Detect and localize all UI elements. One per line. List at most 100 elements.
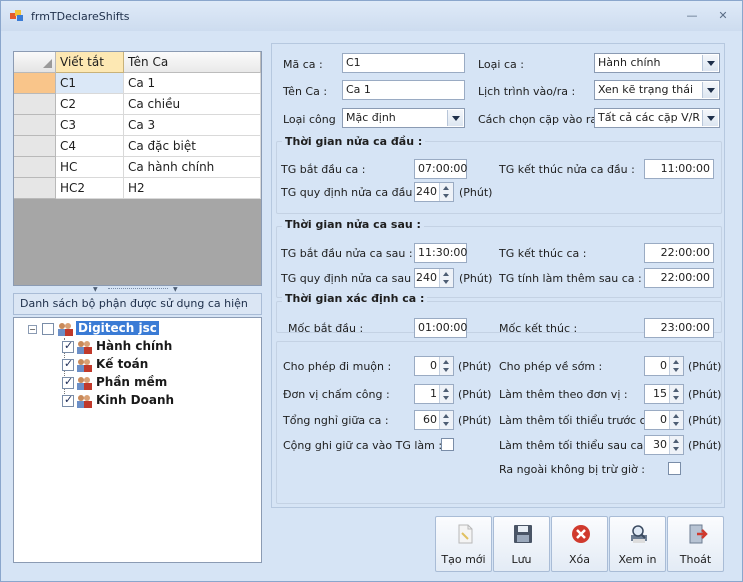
row-header[interactable]: [14, 136, 56, 157]
add-break-label: Cộng ghi giữ ca vào TG làm :: [283, 439, 443, 452]
work-type-select[interactable]: Mặc định: [342, 108, 465, 128]
cell-name[interactable]: Ca chiều: [124, 94, 261, 115]
tree-checkbox[interactable]: [62, 339, 74, 353]
shift-end-input[interactable]: 22:00:00: [644, 243, 714, 263]
schedule-label: Lịch trình vào/ra :: [478, 85, 576, 98]
exit-button[interactable]: Thoát: [667, 516, 724, 572]
break-total-stepper[interactable]: 60: [414, 410, 454, 430]
first-half-end-label: TG kết thúc nửa ca đầu :: [499, 163, 635, 176]
early-allow-stepper[interactable]: 0: [644, 356, 684, 376]
close-icon[interactable]: ✕: [716, 10, 730, 22]
department-list-header: Danh sách bộ phận được sử dụng ca hiện t…: [13, 293, 262, 330]
second-half-duration-stepper[interactable]: 240: [414, 268, 454, 288]
row-header[interactable]: [14, 94, 56, 115]
row-header[interactable]: [14, 73, 56, 94]
table-row[interactable]: C2 Ca chiều: [14, 94, 261, 115]
overtime-unit-stepper[interactable]: 15: [644, 384, 684, 404]
tree-checkbox[interactable]: [62, 375, 74, 389]
tree-checkbox[interactable]: [62, 357, 74, 371]
new-document-icon: [458, 524, 473, 544]
out-no-deduct-label: Ra ngoài không bị trừ giờ :: [499, 463, 645, 476]
overtime-after-input[interactable]: 22:00:00: [644, 268, 714, 288]
shift-start-input[interactable]: 07:00:00: [414, 159, 467, 179]
chevron-down-icon[interactable]: [702, 82, 718, 98]
tree-node-department[interactable]: Phần mềm: [14, 374, 254, 392]
tree-node-department[interactable]: Kinh Doanh: [14, 392, 254, 410]
pair-method-select[interactable]: Tất cả các cặp V/R: [594, 108, 720, 128]
table-row[interactable]: C3 Ca 3: [14, 115, 261, 136]
cell-name[interactable]: Ca 3: [124, 115, 261, 136]
first-half-end-input[interactable]: 11:00:00: [644, 159, 714, 179]
identify-end-input[interactable]: 23:00:00: [644, 318, 714, 338]
table-row[interactable]: C1 Ca 1: [14, 73, 261, 94]
department-tree[interactable]: − Digitech jsc Hành chính: [13, 317, 262, 563]
second-half-start-label: TG bắt đầu nửa ca sau :: [281, 247, 413, 260]
new-button[interactable]: Tạo mới: [435, 516, 492, 572]
break-total-label: Tổng nghỉ giữa ca :: [283, 414, 389, 427]
first-half-duration-stepper[interactable]: 240: [414, 182, 454, 202]
table-row[interactable]: HC2 H2: [14, 178, 261, 199]
cell-code[interactable]: HC2: [56, 178, 124, 199]
row-header[interactable]: [14, 157, 56, 178]
window-title: frmTDeclareShifts: [31, 10, 130, 23]
cell-name[interactable]: Ca đặc biệt: [124, 136, 261, 157]
column-header-code[interactable]: Viết tắt: [56, 52, 124, 73]
chevron-down-icon[interactable]: [702, 55, 718, 71]
shift-grid[interactable]: Viết tắt Tên Ca C1 Ca 1 C2 Ca chiều C3 C…: [13, 51, 262, 286]
tree-label[interactable]: Phần mềm: [96, 375, 167, 389]
print-preview-button[interactable]: Xem in: [609, 516, 666, 572]
first-half-duration-label: TG quy định nửa ca đầu :: [281, 186, 420, 199]
delete-button[interactable]: Xóa: [551, 516, 608, 572]
tree-node-department[interactable]: Hành chính: [14, 338, 254, 356]
print-preview-button-label: Xem in: [618, 553, 657, 566]
time-unit-stepper[interactable]: 1: [414, 384, 454, 404]
shift-type-select[interactable]: Hành chính: [594, 53, 720, 73]
late-allow-label: Cho phép đi muộn :: [283, 360, 392, 373]
cell-code[interactable]: C3: [56, 115, 124, 136]
overtime-after-min-label: Làm thêm tối thiểu sau ca :: [499, 439, 651, 452]
cell-code[interactable]: C4: [56, 136, 124, 157]
second-half-start-input[interactable]: 11:30:00: [414, 243, 467, 263]
cell-code[interactable]: C2: [56, 94, 124, 115]
tree-label[interactable]: Kế toán: [96, 357, 148, 371]
shift-name-input[interactable]: Ca 1: [342, 80, 465, 100]
save-button[interactable]: Lưu: [493, 516, 550, 572]
table-row[interactable]: C4 Ca đặc biệt: [14, 136, 261, 157]
column-header-name[interactable]: Tên Ca: [124, 52, 261, 73]
users-icon: [77, 359, 92, 372]
out-no-deduct-checkbox[interactable]: [668, 462, 681, 475]
tree-checkbox[interactable]: [42, 323, 54, 335]
unit-label: (Phút): [688, 388, 722, 401]
tree-label[interactable]: Hành chính: [96, 339, 172, 353]
tree-label-root[interactable]: Digitech jsc: [76, 321, 159, 335]
overtime-after-min-stepper[interactable]: 30: [644, 435, 684, 455]
tree-node-department[interactable]: Kế toán: [14, 356, 254, 374]
splitter-handle[interactable]: ▼ ▼: [13, 286, 262, 293]
cell-name[interactable]: Ca 1: [124, 73, 261, 94]
table-row[interactable]: HC Ca hành chính: [14, 157, 261, 178]
chevron-down-icon[interactable]: [447, 110, 463, 126]
users-icon: [77, 341, 92, 354]
grid-header: Viết tắt Tên Ca: [14, 52, 261, 73]
tree-node-root[interactable]: − Digitech jsc: [14, 320, 254, 338]
shift-code-input[interactable]: C1: [342, 53, 465, 73]
schedule-select[interactable]: Xen kẽ trạng thái: [594, 80, 720, 100]
select-all-corner[interactable]: [14, 52, 56, 73]
identify-start-input[interactable]: 01:00:00: [414, 318, 467, 338]
title-bar: frmTDeclareShifts — ✕: [1, 1, 742, 31]
late-allow-stepper[interactable]: 0: [414, 356, 454, 376]
cell-code[interactable]: C1: [56, 73, 124, 94]
save-icon: [514, 525, 532, 543]
cell-code[interactable]: HC: [56, 157, 124, 178]
tree-label[interactable]: Kinh Doanh: [96, 393, 174, 407]
overtime-before-stepper[interactable]: 0: [644, 410, 684, 430]
tree-checkbox[interactable]: [62, 393, 74, 407]
row-header[interactable]: [14, 178, 56, 199]
row-header[interactable]: [14, 115, 56, 136]
minimize-icon[interactable]: —: [685, 10, 699, 22]
chevron-down-icon[interactable]: [702, 110, 718, 126]
cell-name[interactable]: Ca hành chính: [124, 157, 261, 178]
cell-name[interactable]: H2: [124, 178, 261, 199]
add-break-checkbox[interactable]: [441, 438, 454, 451]
collapse-icon[interactable]: −: [28, 325, 37, 334]
